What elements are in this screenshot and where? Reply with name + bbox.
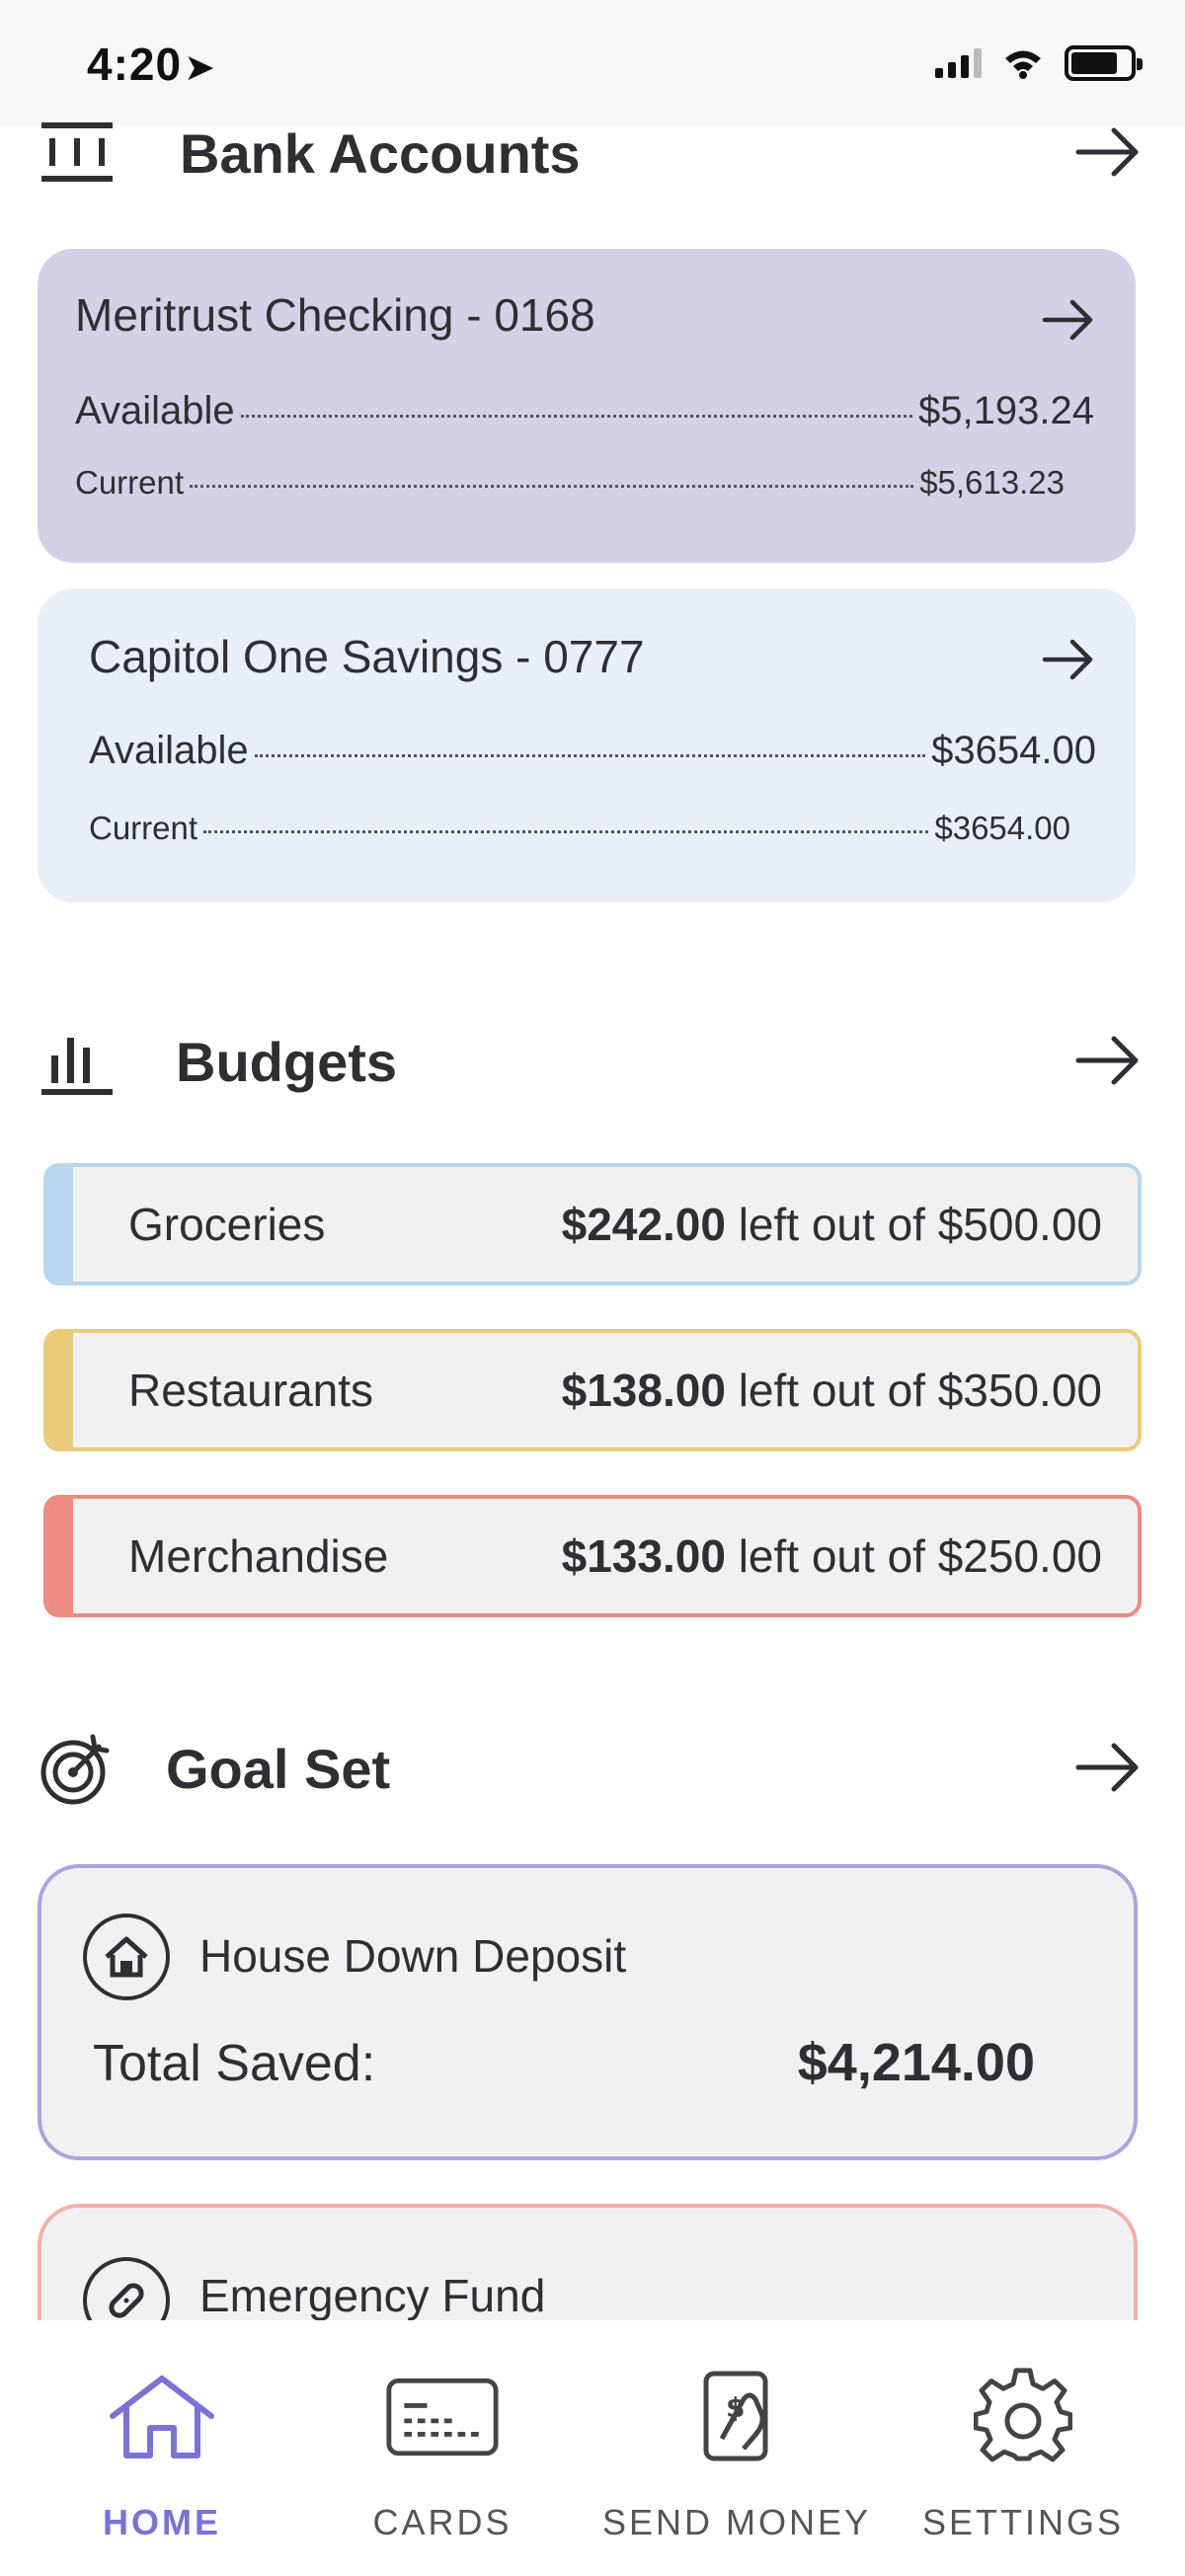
- wifi-icon: [1005, 50, 1041, 79]
- dotted-leader: [203, 830, 929, 833]
- tab-label: HOME: [103, 2502, 221, 2542]
- budget-amount: $133.00 left out of $250.00: [562, 1529, 1102, 1583]
- tab-label: SETTINGS: [921, 2502, 1125, 2542]
- goal-name: Emergency Fund: [199, 2270, 546, 2321]
- bank-accounts-arrow-icon[interactable]: [1072, 117, 1144, 188]
- goal-card[interactable]: House Down Deposit Total Saved: $4,214.0…: [38, 1864, 1138, 2160]
- dotted-leader: [240, 415, 913, 418]
- account-card[interactable]: Capitol One Savings - 0777 Available $36…: [38, 588, 1136, 902]
- budget-left-value: $138.00: [561, 1365, 726, 1416]
- budget-total-text: left out of $350.00: [738, 1365, 1102, 1416]
- current-label: Current: [75, 464, 185, 501]
- budget-left-value: $242.00: [561, 1199, 726, 1250]
- bank-accounts-header: Bank Accounts: [38, 109, 1144, 197]
- house-icon: [83, 1913, 170, 2000]
- available-value: $5,193.24: [918, 389, 1094, 432]
- available-row: Available $3654.00: [89, 729, 1096, 773]
- tab-label: CARDS: [372, 2502, 513, 2542]
- budget-row[interactable]: Groceries $242.00 left out of $500.00: [43, 1163, 1142, 1286]
- budget-name: Groceries: [128, 1199, 326, 1250]
- home-icon: [105, 2368, 219, 2466]
- card-icon: [385, 2368, 500, 2466]
- budget-row[interactable]: Restaurants $138.00 left out of $350.00: [43, 1329, 1142, 1451]
- budget-left-value: $133.00: [561, 1530, 726, 1582]
- account-arrow-icon[interactable]: [1039, 630, 1098, 689]
- budget-amount: $138.00 left out of $350.00: [562, 1364, 1102, 1417]
- current-value: $3654.00: [934, 810, 1070, 846]
- send-money-icon: $: [679, 2368, 794, 2466]
- tab-home[interactable]: HOME: [14, 2368, 310, 2543]
- total-saved-value: $4,214.00: [797, 2033, 1035, 2092]
- bar-chart-icon: [38, 1022, 117, 1101]
- goal-set-arrow-icon[interactable]: [1072, 1732, 1144, 1803]
- budget-color-stripe: [47, 1333, 73, 1447]
- status-time: 4:20➤: [87, 38, 216, 91]
- battery-icon: [1065, 45, 1143, 81]
- budget-row[interactable]: Merchandise $133.00 left out of $250.00: [43, 1495, 1142, 1617]
- goal-name: House Down Deposit: [199, 1930, 627, 1982]
- budgets-header: Budgets: [38, 1017, 1144, 1106]
- cellular-signal-icon: [935, 48, 982, 78]
- account-card[interactable]: Meritrust Checking - 0168 Available $5,1…: [38, 249, 1136, 563]
- current-row: Current $3654.00: [89, 810, 1070, 847]
- tab-send-money[interactable]: $ SEND MONEY: [589, 2368, 885, 2543]
- section-title: Bank Accounts: [180, 121, 581, 185]
- total-saved-label: Total Saved:: [93, 2035, 376, 2092]
- available-value: $3654.00: [931, 729, 1096, 772]
- clock-text: 4:20: [87, 39, 183, 90]
- goal-set-header: Goal Set: [38, 1724, 1144, 1813]
- dotted-leader: [254, 754, 926, 757]
- available-label: Available: [75, 389, 235, 432]
- location-icon: ➤: [184, 47, 216, 89]
- section-title: Budgets: [176, 1030, 397, 1093]
- available-row: Available $5,193.24: [75, 389, 1094, 433]
- budget-amount: $242.00 left out of $500.00: [562, 1198, 1102, 1251]
- budget-name: Restaurants: [128, 1365, 374, 1416]
- budget-color-stripe: [47, 1167, 73, 1282]
- available-label: Available: [89, 729, 249, 772]
- gear-icon: [966, 2368, 1080, 2466]
- account-arrow-icon[interactable]: [1039, 290, 1098, 350]
- current-label: Current: [89, 810, 198, 846]
- status-bar: 4:20➤: [0, 0, 1185, 126]
- budgets-arrow-icon[interactable]: [1072, 1025, 1144, 1096]
- section-title: Goal Set: [166, 1737, 391, 1800]
- current-row: Current $5,613.23: [75, 464, 1065, 502]
- budget-name: Merchandise: [128, 1530, 389, 1582]
- tab-cards[interactable]: CARDS: [294, 2368, 591, 2543]
- bank-icon: [38, 114, 117, 193]
- account-name: Capitol One Savings - 0777: [89, 631, 645, 682]
- budget-total-text: left out of $250.00: [738, 1530, 1102, 1582]
- tab-label: SEND MONEY: [601, 2502, 872, 2542]
- current-value: $5,613.23: [919, 464, 1065, 501]
- tab-settings[interactable]: SETTINGS: [875, 2368, 1171, 2543]
- budget-color-stripe: [47, 1499, 73, 1613]
- account-name: Meritrust Checking - 0168: [75, 289, 595, 341]
- dotted-leader: [190, 485, 914, 488]
- svg-text:$: $: [726, 2391, 745, 2424]
- status-icons: [935, 45, 1143, 81]
- bottom-tab-bar: HOME CARDS $ SEND MONEY SETTINGS: [0, 2320, 1185, 2576]
- target-icon: [38, 1729, 117, 1808]
- budget-total-text: left out of $500.00: [738, 1199, 1102, 1250]
